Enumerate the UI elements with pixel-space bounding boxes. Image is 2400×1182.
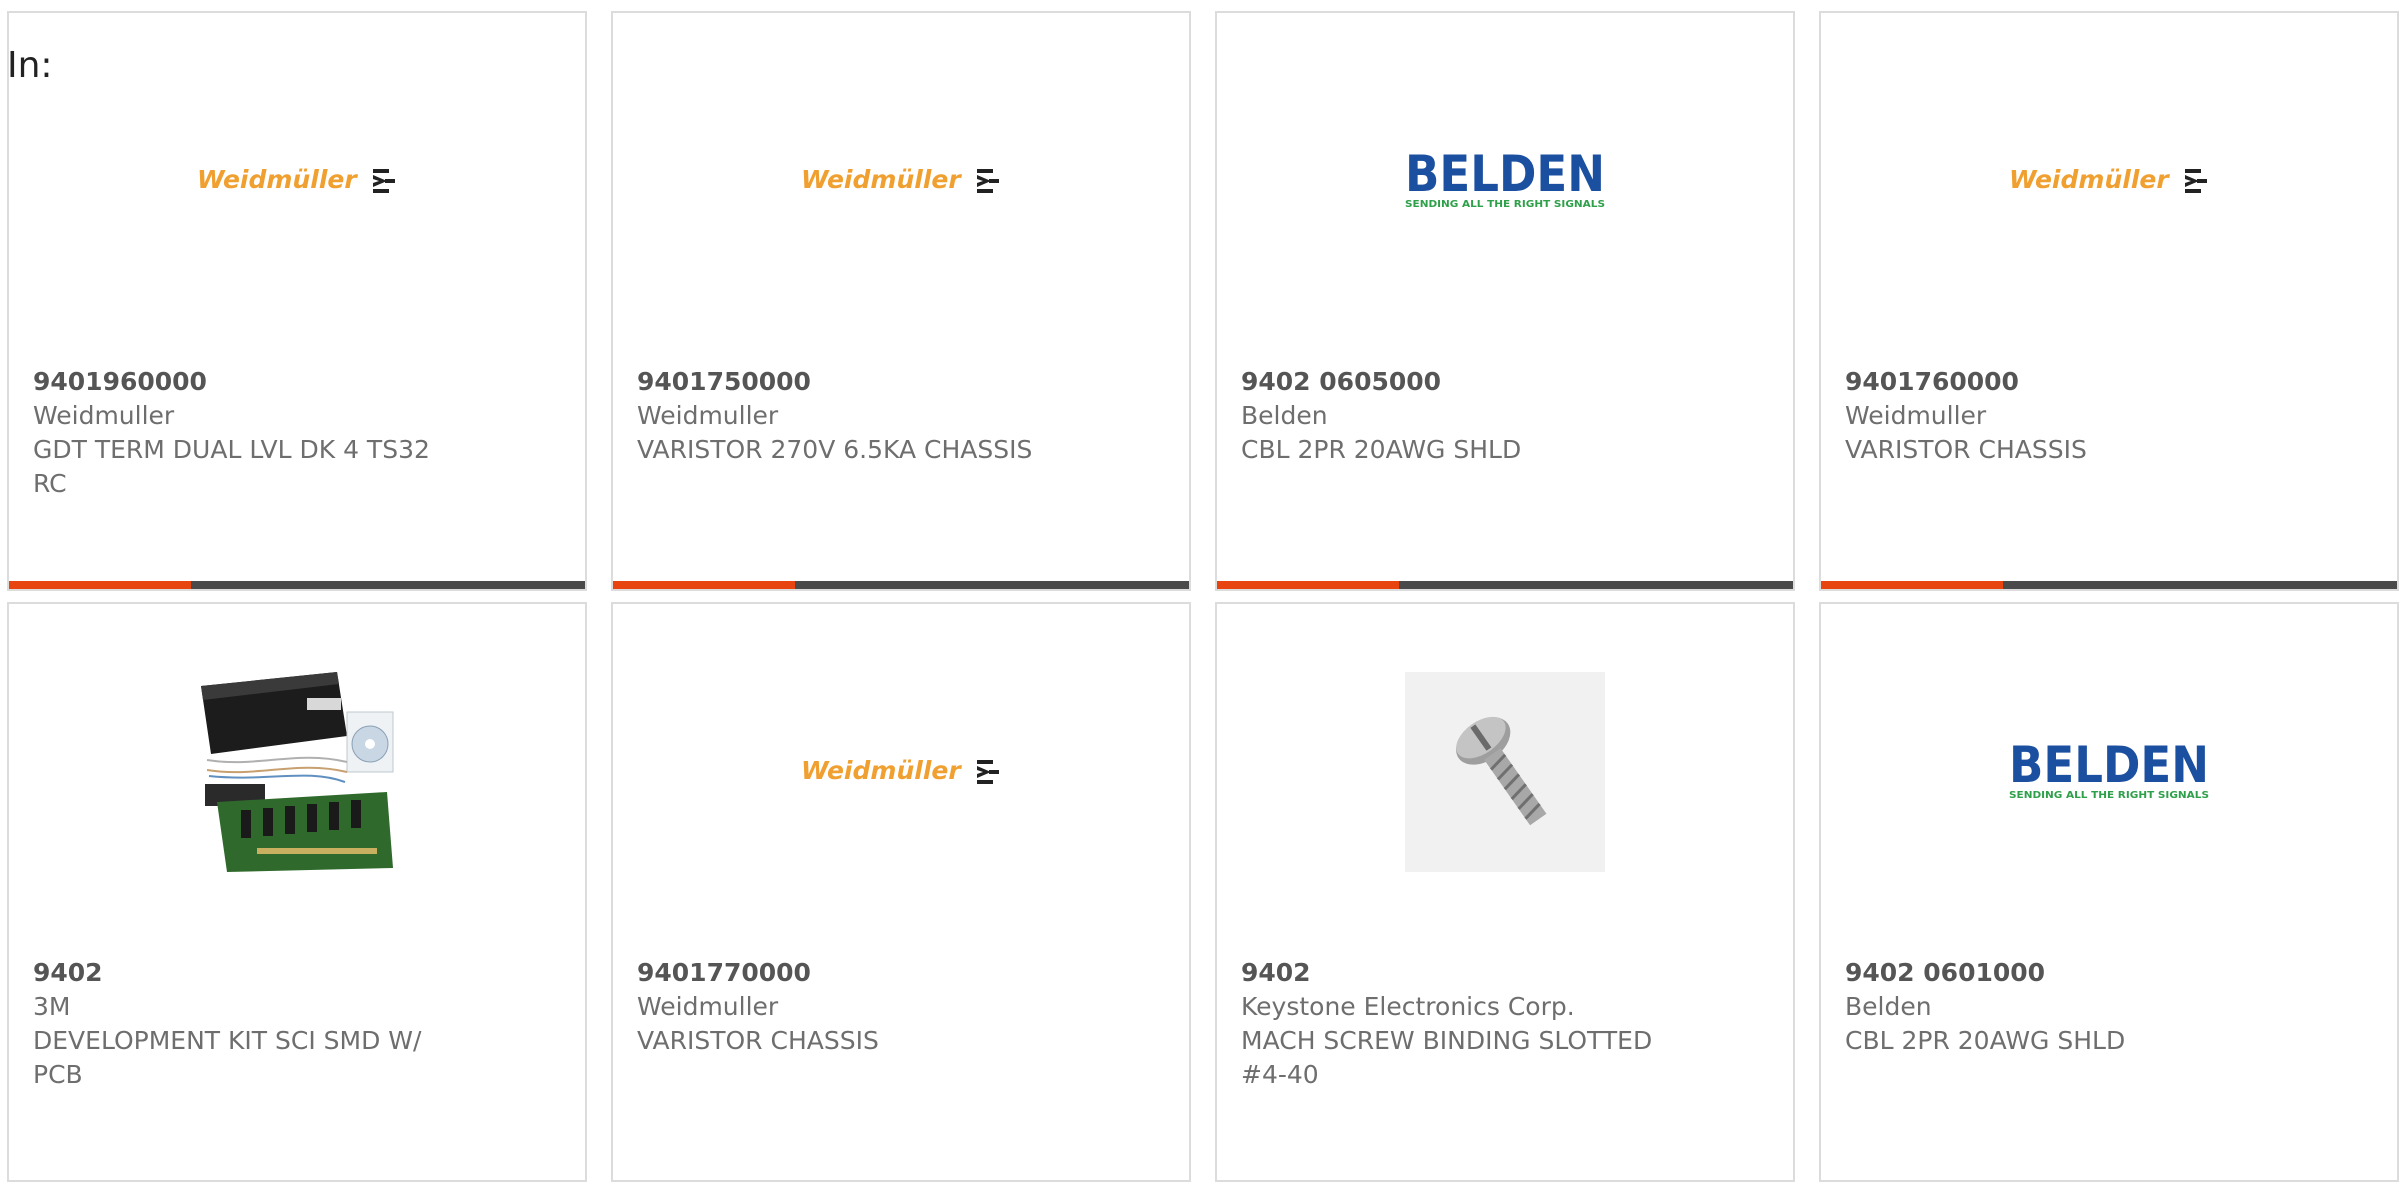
description: CBL 2PR 20AWG SHLD bbox=[1241, 435, 1522, 464]
belden-logo: BELDEN SENDING ALL THE RIGHT SIGNALS bbox=[2009, 672, 2209, 872]
manufacturer: Belden bbox=[1845, 992, 1932, 1021]
part-number[interactable]: 9401770000 bbox=[637, 956, 1057, 990]
part-number[interactable]: 9402 0601000 bbox=[1845, 956, 2265, 990]
svg-text:SENDING ALL THE RIGHT SIGNALS: SENDING ALL THE RIGHT SIGNALS bbox=[1405, 199, 1605, 210]
product-card[interactable]: Weidmüller 9401960000 Weidmuller GDT TER… bbox=[7, 11, 587, 591]
weidmuller-logo: Weidmüller bbox=[197, 81, 397, 281]
manufacturer: Weidmuller bbox=[1845, 401, 1987, 430]
svg-text:Weidmüller: Weidmüller bbox=[801, 165, 962, 194]
manufacturer: Weidmuller bbox=[637, 992, 779, 1021]
description-cont: PCB bbox=[33, 1060, 83, 1089]
manufacturer: Weidmuller bbox=[33, 401, 175, 430]
description: MACH SCREW BINDING SLOTTED bbox=[1241, 1026, 1653, 1055]
description: VARISTOR CHASSIS bbox=[637, 1026, 879, 1055]
part-number[interactable]: 9401750000 bbox=[637, 365, 1057, 399]
svg-text:Weidmüller: Weidmüller bbox=[801, 756, 962, 785]
part-number[interactable]: 9401960000 bbox=[33, 365, 453, 399]
product-card[interactable]: Weidmüller 9401760000 Weidmuller VARISTO… bbox=[1819, 11, 2399, 591]
svg-text:Weidmüller: Weidmüller bbox=[197, 165, 358, 194]
weidmuller-logo: Weidmüller bbox=[2009, 81, 2209, 281]
manufacturer: Weidmuller bbox=[637, 401, 779, 430]
part-number[interactable]: 9402 bbox=[33, 956, 453, 990]
card-bar-accent bbox=[9, 581, 191, 589]
card-bar bbox=[2003, 581, 2397, 589]
description: DEVELOPMENT KIT SCI SMD W/ bbox=[33, 1026, 422, 1055]
description-cont: #4-40 bbox=[1241, 1060, 1319, 1089]
product-card[interactable]: Weidmüller 9401750000 Weidmuller VARISTO… bbox=[611, 11, 1191, 591]
card-bar-accent bbox=[1821, 581, 2003, 589]
description: GDT TERM DUAL LVL DK 4 TS32 bbox=[33, 435, 430, 464]
svg-text:Weidmüller: Weidmüller bbox=[2009, 165, 2170, 194]
card-bar bbox=[795, 581, 1189, 589]
manufacturer: Belden bbox=[1241, 401, 1328, 430]
part-number[interactable]: 9402 0605000 bbox=[1241, 365, 1661, 399]
card-bar bbox=[1399, 581, 1793, 589]
weidmuller-logo: Weidmüller bbox=[801, 81, 1001, 281]
manufacturer: 3M bbox=[33, 992, 71, 1021]
product-card[interactable]: 9402 3M DEVELOPMENT KIT SCI SMD W/ PCB bbox=[7, 602, 587, 1182]
description: CBL 2PR 20AWG SHLD bbox=[1845, 1026, 2126, 1055]
product-card[interactable]: Weidmüller 9401770000 Weidmuller VARISTO… bbox=[611, 602, 1191, 1182]
product-card[interactable]: BELDEN SENDING ALL THE RIGHT SIGNALS 940… bbox=[1215, 11, 1795, 591]
description-cont: RC bbox=[33, 469, 67, 498]
description: VARISTOR CHASSIS bbox=[1845, 435, 2087, 464]
part-number[interactable]: 9402 bbox=[1241, 956, 1661, 990]
svg-text:BELDEN: BELDEN bbox=[2009, 740, 2209, 794]
svg-text:SENDING ALL THE RIGHT SIGNALS: SENDING ALL THE RIGHT SIGNALS bbox=[2009, 790, 2209, 801]
screw-photo bbox=[1405, 672, 1605, 872]
card-bar-accent bbox=[613, 581, 795, 589]
manufacturer: Keystone Electronics Corp. bbox=[1241, 992, 1575, 1021]
part-number[interactable]: 9401760000 bbox=[1845, 365, 2265, 399]
card-bar bbox=[191, 581, 585, 589]
product-card[interactable]: 9402 Keystone Electronics Corp. MACH SCR… bbox=[1215, 602, 1795, 1182]
svg-text:BELDEN: BELDEN bbox=[1405, 149, 1605, 203]
belden-logo: BELDEN SENDING ALL THE RIGHT SIGNALS bbox=[1405, 81, 1605, 281]
card-bar-accent bbox=[1217, 581, 1399, 589]
product-card[interactable]: BELDEN SENDING ALL THE RIGHT SIGNALS 940… bbox=[1819, 602, 2399, 1182]
weidmuller-logo: Weidmüller bbox=[801, 672, 1001, 872]
filter-label: In: bbox=[7, 45, 53, 86]
dev-kit-photo bbox=[197, 672, 397, 872]
description: VARISTOR 270V 6.5KA CHASSIS bbox=[637, 435, 1033, 464]
